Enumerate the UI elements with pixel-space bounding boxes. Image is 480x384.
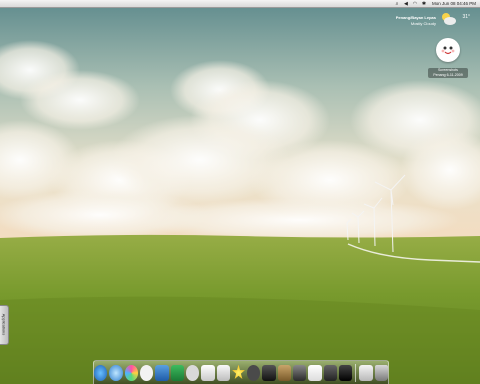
spotlight-icon[interactable]: ⌕ [394,1,400,7]
weather-condition: Mostly Cloudy [410,21,436,26]
favorites-icon[interactable] [232,364,245,380]
weather-location: Penang/Bayan Lepas [395,15,436,20]
dock-separator [355,363,357,382]
pen-tablet-icon[interactable] [359,364,373,381]
dock [93,360,389,384]
bluetooth-icon[interactable]: ✱ [421,1,427,7]
volume-icon[interactable]: ◀ [403,1,409,7]
screenshot-folder-icon [436,38,460,62]
wifi-icon[interactable]: ◠ [412,1,418,7]
menu-clock[interactable]: Mon Jun 08 04:46 PM [432,1,476,6]
iphoto-icon[interactable] [277,364,292,381]
calculator-icon[interactable] [323,364,338,381]
camera-icon[interactable] [262,364,276,381]
xcode-icon[interactable] [170,364,184,381]
applications-stack-tab[interactable]: Applications [0,305,9,345]
preview-icon[interactable] [201,364,215,381]
applications-tab-label: Applications [1,313,7,336]
cloudy-weather-icon [442,13,456,25]
mail-icon[interactable] [155,364,169,381]
safari-icon[interactable] [109,364,123,381]
menu-bar: ⌕ ◀ ◠ ✱ Mon Jun 08 04:46 PM [0,0,480,8]
finalcut-icon[interactable] [339,364,353,381]
weather-widget[interactable]: Penang/Bayan Lepas Mostly Cloudy 31° [382,12,472,32]
gimp-icon[interactable] [247,364,261,381]
desktop-screenshots-icon[interactable]: Screenshots Penang 6-11-2009 [428,38,468,88]
trash-icon[interactable] [374,364,388,381]
desktop-wallpaper [0,0,480,384]
speaker-icon[interactable] [293,364,307,381]
desktop-icon-label: Screenshots Penang 6-11-2009 [428,68,468,78]
photoshop-icon[interactable] [185,364,200,381]
itunes-icon[interactable] [124,364,138,381]
finder-icon[interactable] [94,364,108,381]
weather-temperature: 31° [462,14,470,20]
textedit-icon[interactable] [216,364,230,381]
document-icon[interactable] [308,364,322,381]
ichat-icon[interactable] [139,364,154,381]
